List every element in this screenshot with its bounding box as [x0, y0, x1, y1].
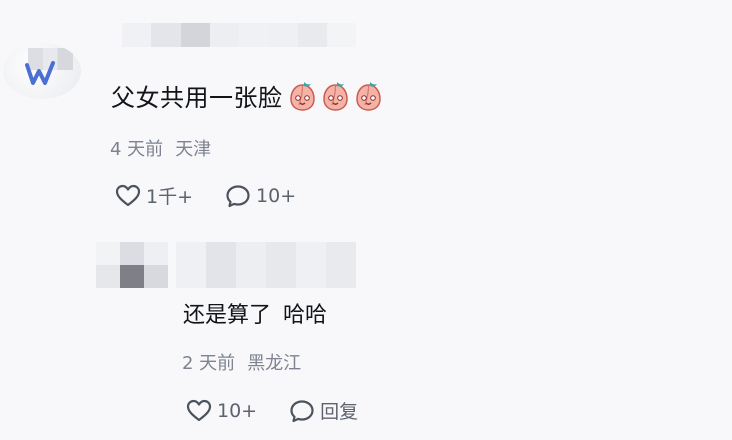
avatar[interactable] — [3, 43, 81, 99]
like-button[interactable]: 1千+ — [115, 182, 193, 209]
reply-body: 还是算了 — [183, 303, 272, 328]
comment-location: 天津 — [175, 139, 212, 160]
reply-count: 10+ — [256, 184, 297, 207]
like-count: 1千+ — [146, 186, 194, 208]
reply-meta: 2 天前 黑龙江 — [182, 349, 301, 375]
reply-like-button[interactable]: 10+ — [186, 399, 257, 423]
reply-button[interactable]: 回复 — [289, 397, 358, 424]
reply-actions: 10+ 回复 — [186, 397, 358, 424]
reply-count-button[interactable]: 10+ — [225, 184, 296, 208]
emoji-group — [289, 81, 382, 111]
reply-username-blurred — [176, 242, 356, 288]
reply-body-suffix: 哈哈 — [283, 303, 328, 328]
reply-location: 黑龙江 — [247, 353, 302, 374]
comment-thread: 父女共用一张脸 4 天前 天津 1千+ 10+ 还是算了 哈哈 2 天前 黑龙江… — [0, 0, 732, 440]
heart-outline-icon — [115, 184, 141, 206]
comment-time: 4 天前 — [110, 139, 164, 160]
comment-actions: 1千+ 10+ — [115, 182, 296, 209]
comment-body: 父女共用一张脸 — [111, 84, 283, 112]
peach-face-emoji — [289, 81, 315, 111]
heart-outline-icon — [186, 399, 212, 421]
peach-face-emoji — [322, 81, 348, 111]
speech-bubble-icon — [290, 399, 314, 422]
reply-like-count: 10+ — [217, 399, 258, 422]
username-blurred — [122, 23, 356, 47]
peach-face-emoji — [355, 81, 381, 111]
reply-time: 2 天前 — [182, 353, 236, 374]
speech-bubble-icon — [226, 184, 250, 207]
reply-text: 还是算了 哈哈 — [183, 297, 327, 329]
reply-label: 回复 — [320, 401, 359, 423]
comment-text: 父女共用一张脸 — [111, 78, 382, 113]
avatar-logo-icon — [25, 61, 55, 85]
reply-avatar[interactable] — [96, 242, 168, 288]
comment-meta: 4 天前 天津 — [110, 135, 211, 161]
